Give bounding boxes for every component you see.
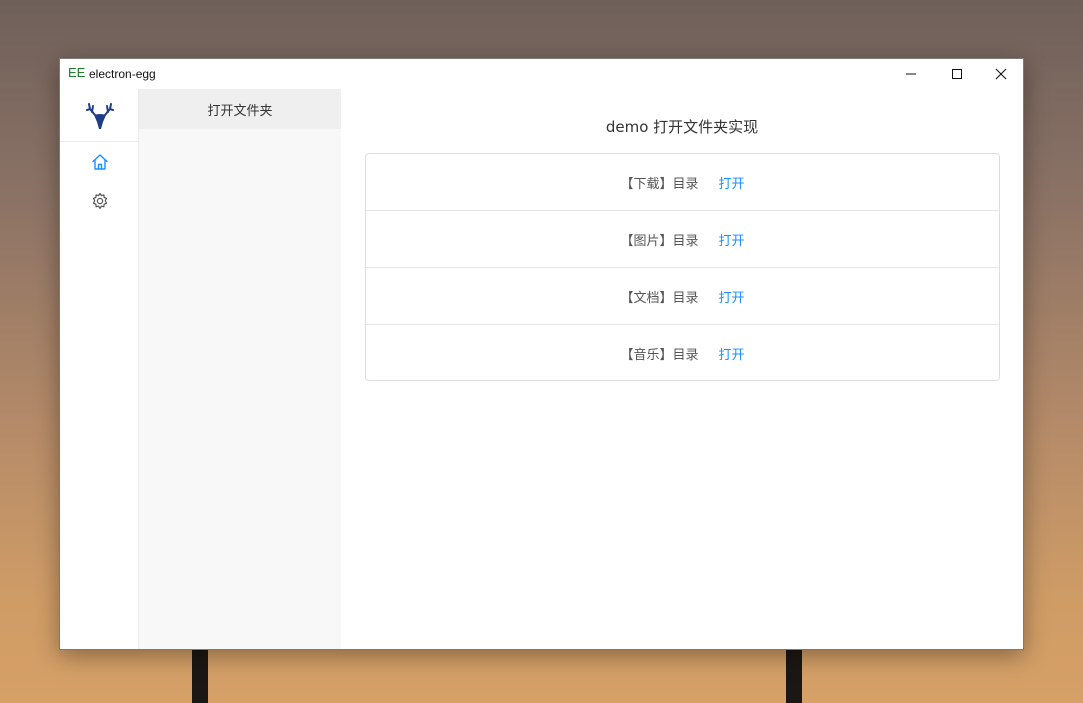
open-downloads-link[interactable]: 打开	[719, 173, 745, 192]
background-post-left	[192, 648, 208, 703]
open-pictures-link[interactable]: 打开	[719, 230, 745, 249]
folder-label: 【图片】目录	[620, 233, 699, 249]
folder-label: 【下载】目录	[620, 176, 699, 192]
secondary-menu: 打开文件夹	[139, 89, 341, 649]
deer-logo-icon	[86, 103, 114, 129]
list-item: 【下载】目录 打开	[366, 154, 999, 211]
folder-list: 【下载】目录 打开 【图片】目录 打开 【文档】目录 打开 【音乐】目录 打开	[365, 153, 1000, 381]
sidebar-item-home[interactable]	[90, 152, 110, 172]
folder-label: 【文档】目录	[620, 290, 699, 306]
maximize-button[interactable]	[934, 59, 980, 89]
main-content: demo 打开文件夹实现 【下载】目录 打开 【图片】目录 打开 【文档】目录 …	[341, 89, 1023, 649]
title-bar[interactable]: EE electron-egg	[60, 59, 1023, 89]
list-item: 【文档】目录 打开	[366, 268, 999, 325]
close-icon	[995, 68, 1007, 80]
minimize-icon	[906, 73, 916, 75]
app-icon: EE	[68, 65, 86, 80]
gear-icon	[92, 192, 108, 210]
open-music-link[interactable]: 打开	[719, 344, 745, 363]
sidebar-divider	[60, 141, 138, 142]
menu-item-open-folder[interactable]: 打开文件夹	[139, 89, 341, 129]
icon-sidebar	[60, 89, 139, 649]
background-post-right	[786, 648, 802, 703]
close-button[interactable]	[978, 59, 1024, 89]
list-item: 【音乐】目录 打开	[366, 325, 999, 380]
list-item: 【图片】目录 打开	[366, 211, 999, 268]
window-title: electron-egg	[89, 67, 156, 81]
sidebar-item-settings[interactable]	[90, 191, 110, 211]
page-title: demo 打开文件夹实现	[605, 118, 759, 136]
app-window: EE electron-egg 打开文件夹 demo 打开文件夹实现 【下载】目…	[59, 58, 1024, 650]
home-icon	[92, 154, 108, 170]
open-documents-link[interactable]: 打开	[719, 287, 745, 306]
minimize-button[interactable]	[888, 59, 934, 89]
maximize-icon	[952, 69, 962, 79]
folder-label: 【音乐】目录	[620, 348, 699, 363]
